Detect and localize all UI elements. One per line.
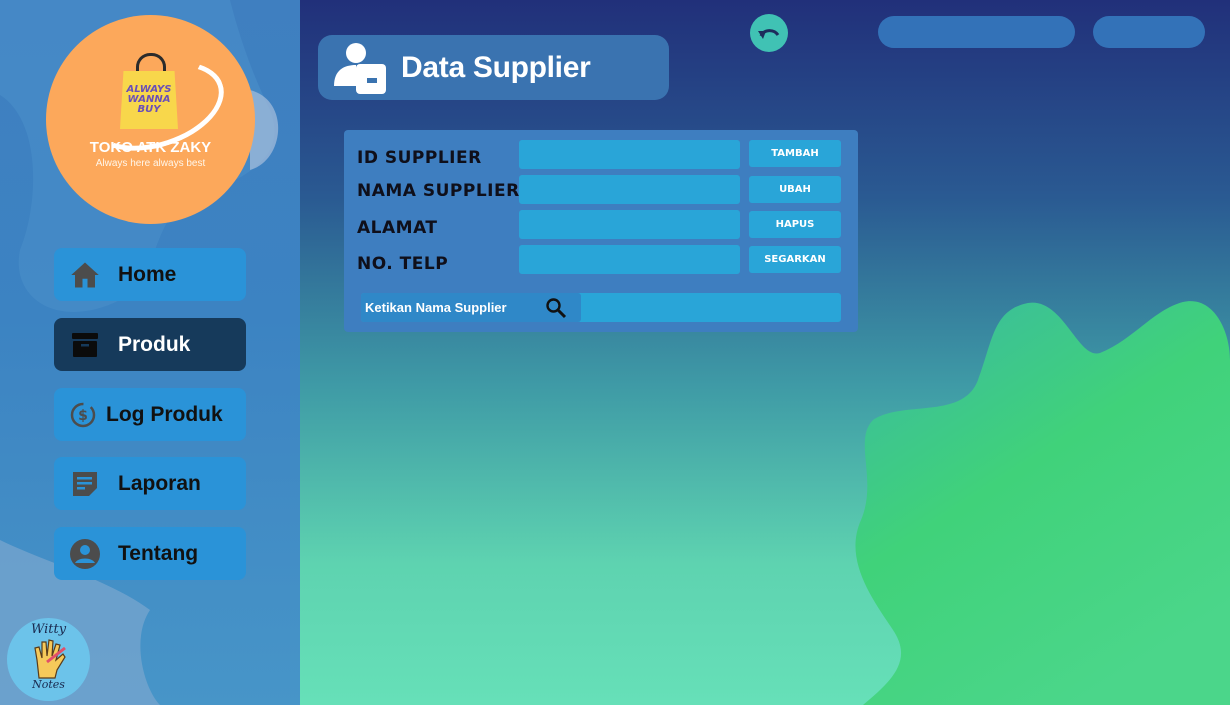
- store-logo: ALWAYS WANNA BUY TOKO ATK ZAKY Always he…: [46, 15, 255, 224]
- mascot-top-text: Witty: [30, 622, 67, 637]
- no-telp-field[interactable]: [519, 245, 740, 274]
- hapus-button[interactable]: HAPUS: [749, 211, 841, 238]
- sidebar-item-laporan[interactable]: Laporan: [54, 457, 246, 510]
- svg-text:$: $: [78, 408, 88, 424]
- home-icon: [68, 258, 102, 292]
- store-name: TOKO ATK ZAKY: [89, 139, 212, 156]
- supplier-form: ID SUPPLIER NAMA SUPPLIER ALAMAT NO. TEL…: [344, 130, 858, 332]
- mascot-logo: Witty Notes: [7, 618, 90, 701]
- tambah-button[interactable]: TAMBAH: [749, 140, 841, 167]
- no-telp-label: NO. TELP: [357, 254, 449, 274]
- nama-supplier-field[interactable]: [519, 175, 740, 204]
- money-history-icon: $: [66, 398, 100, 432]
- store-tagline: Always here always best: [95, 158, 206, 169]
- archive-icon: [68, 328, 102, 362]
- sidebar-item-produk[interactable]: Produk: [54, 318, 246, 371]
- sidebar-item-home[interactable]: Home: [54, 248, 246, 301]
- page-title: Data Supplier: [401, 50, 591, 84]
- id-supplier-label: ID SUPPLIER: [357, 148, 482, 168]
- search-input[interactable]: Ketikan Nama Supplier: [361, 293, 581, 322]
- sidebar-item-log-produk[interactable]: $ Log Produk: [54, 388, 246, 441]
- alamat-label: ALAMAT: [357, 218, 438, 238]
- note-icon: [68, 467, 102, 501]
- nama-supplier-label: NAMA SUPPLIER: [357, 181, 520, 201]
- decor-green-blob: [855, 301, 1230, 705]
- user-circle-icon: [68, 537, 102, 571]
- main-panel: Data Supplier ID SUPPLIER NAMA SUPPLIER …: [300, 0, 1230, 705]
- mascot-bottom-text: Notes: [32, 678, 65, 691]
- header-pill-bar-1[interactable]: [878, 16, 1075, 48]
- supplier-icon: [334, 42, 386, 94]
- header-pill-bar-2[interactable]: [1093, 16, 1205, 48]
- search-placeholder: Ketikan Nama Supplier: [365, 300, 507, 315]
- id-supplier-field[interactable]: [519, 140, 740, 169]
- sidebar: ALWAYS WANNA BUY TOKO ATK ZAKY Always he…: [0, 0, 300, 705]
- sidebar-item-label: Log Produk: [106, 402, 223, 426]
- search-bar[interactable]: Ketikan Nama Supplier: [361, 293, 841, 322]
- hand-icon: [34, 639, 66, 679]
- back-button[interactable]: [750, 14, 788, 52]
- search-icon[interactable]: [545, 297, 567, 319]
- segarkan-button[interactable]: SEGARKAN: [749, 246, 841, 273]
- undo-icon: [758, 29, 780, 39]
- sidebar-item-tentang[interactable]: Tentang: [54, 527, 246, 580]
- sidebar-item-label: Laporan: [118, 471, 201, 495]
- alamat-field[interactable]: [519, 210, 740, 239]
- sidebar-item-label: Produk: [118, 332, 191, 356]
- ubah-button[interactable]: UBAH: [749, 176, 841, 203]
- sidebar-item-label: Tentang: [118, 541, 199, 565]
- page-title-box: Data Supplier: [318, 35, 669, 100]
- sidebar-item-label: Home: [118, 262, 177, 286]
